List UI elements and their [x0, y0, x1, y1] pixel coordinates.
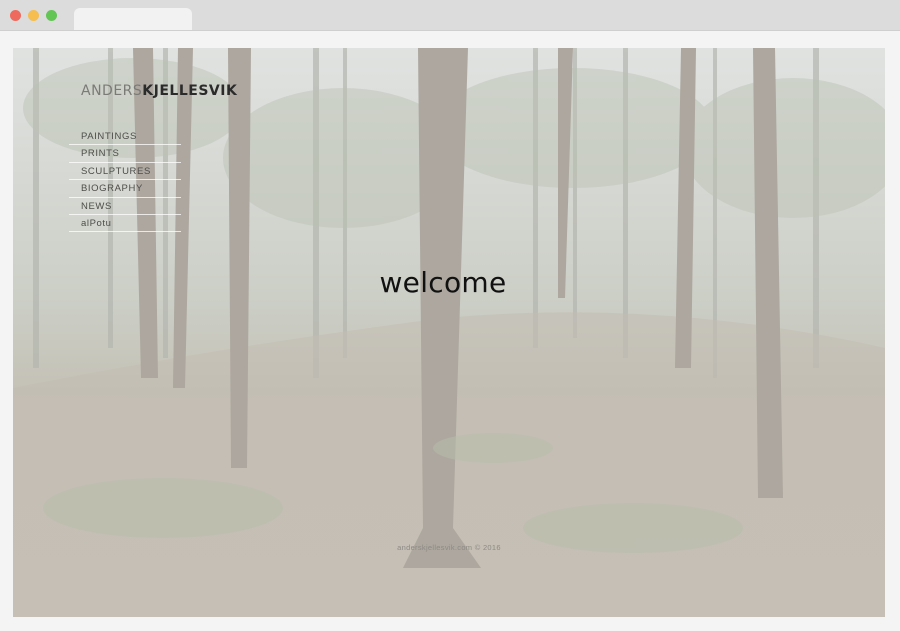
main-navigation: PAINTINGS PRINTS SCULPTURES BIOGRAPHY NE…: [69, 128, 181, 233]
nav-item-alpotu[interactable]: alPotu: [69, 215, 181, 233]
minimize-window-button[interactable]: [28, 10, 39, 21]
site-logo[interactable]: ANDERSKJELLESVIK: [81, 82, 237, 100]
nav-item-sculptures[interactable]: SCULPTURES: [69, 163, 181, 181]
page-viewport: ANDERSKJELLESVIK PAINTINGS PRINTS SCULPT…: [13, 48, 885, 617]
browser-tab[interactable]: [74, 8, 192, 30]
welcome-heading: welcome: [379, 266, 507, 299]
copyright-footer: anderskjellesvik.com © 2016: [397, 543, 501, 552]
nav-item-biography[interactable]: BIOGRAPHY: [69, 180, 181, 198]
close-window-button[interactable]: [10, 10, 21, 21]
nav-item-prints[interactable]: PRINTS: [69, 145, 181, 163]
nav-item-paintings[interactable]: PAINTINGS: [69, 128, 181, 146]
browser-title-bar: [0, 0, 900, 31]
logo-last-name: KJELLESVIK: [142, 83, 238, 99]
browser-window: ANDERSKJELLESVIK PAINTINGS PRINTS SCULPT…: [0, 0, 900, 631]
logo-first-name: ANDERS: [81, 83, 143, 99]
zoom-window-button[interactable]: [46, 10, 57, 21]
nav-item-news[interactable]: NEWS: [69, 198, 181, 215]
